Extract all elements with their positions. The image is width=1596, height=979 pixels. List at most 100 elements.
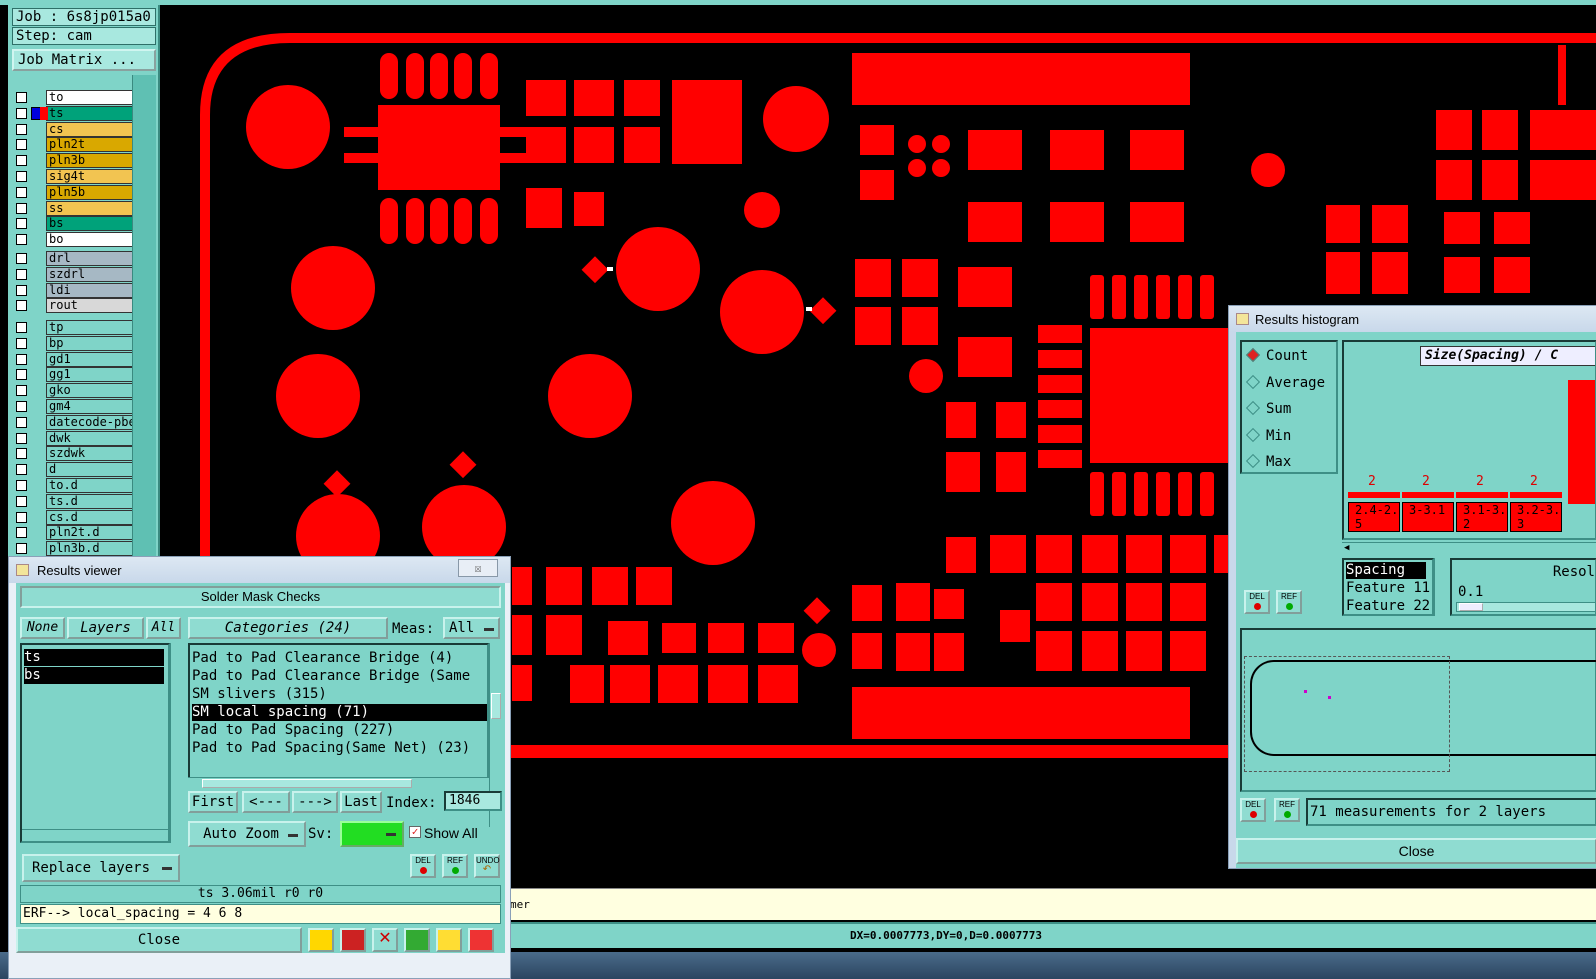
layer-icon[interactable] — [404, 928, 430, 952]
histogram-bar[interactable] — [1348, 492, 1400, 498]
histogram-chart[interactable]: Size(Spacing) / C 2 2.4-2.5 2 3-3.1 2 3.1-3.2… — [1342, 340, 1596, 540]
layer-row[interactable]: gd1 — [16, 352, 136, 367]
layer-affected-marker[interactable] — [31, 526, 43, 539]
histogram-bar[interactable] — [1510, 492, 1562, 498]
layer-affected-marker[interactable] — [31, 123, 43, 136]
layer-affected-marker[interactable] — [31, 463, 43, 476]
layer-visibility-checkbox[interactable] — [16, 464, 27, 475]
layer-visibility-checkbox[interactable] — [16, 234, 27, 245]
layer-affected-marker[interactable] — [31, 432, 43, 445]
layer-visibility-checkbox[interactable] — [16, 285, 27, 296]
layer-affected-marker[interactable] — [31, 138, 43, 151]
layer-affected-marker[interactable] — [31, 384, 43, 397]
category-list[interactable]: Pad to Pad Clearance Bridge (4) Pad to P… — [188, 643, 489, 787]
layer-row[interactable]: d — [16, 462, 136, 477]
replace-layers-dropdown[interactable]: Replace layers — [22, 854, 180, 882]
layer-affected-marker[interactable] — [31, 495, 43, 508]
del-button[interactable]: DEL — [410, 854, 436, 878]
layer-row[interactable]: datecode-pbe — [16, 415, 136, 430]
layer-visibility-checkbox[interactable] — [16, 417, 27, 428]
layer-result-list[interactable]: ts bs — [20, 643, 170, 843]
layer-affected-marker[interactable] — [31, 321, 43, 334]
layer-row[interactable]: szdrl — [16, 267, 136, 282]
layer-affected-marker[interactable] — [31, 337, 43, 350]
layer-row[interactable]: bs — [16, 216, 136, 231]
ref-button[interactable]: REF — [442, 854, 468, 878]
layer-visibility-checkbox[interactable] — [16, 543, 27, 554]
category-item[interactable]: SM slivers (315) — [192, 686, 487, 703]
category-item[interactable]: Pad to Pad Clearance Bridge (Same — [192, 668, 487, 685]
scroll-thumb[interactable] — [491, 693, 501, 719]
layer-row[interactable]: tp — [16, 320, 136, 335]
layer-affected-marker[interactable] — [31, 447, 43, 460]
layer-visibility-checkbox[interactable] — [16, 139, 27, 150]
undo-button[interactable]: UNDO ↶ — [474, 854, 500, 878]
layer-affected-marker[interactable] — [31, 353, 43, 366]
layer-row[interactable]: pln3b — [16, 153, 136, 168]
histogram-bar[interactable] — [1402, 492, 1454, 498]
job-matrix-button[interactable]: Job Matrix ... — [12, 49, 156, 71]
layer-visibility-checkbox[interactable] — [16, 369, 27, 380]
layer-row[interactable]: ldi — [16, 283, 136, 298]
layer-affected-marker[interactable] — [31, 511, 43, 524]
layer-row[interactable]: gm4 — [16, 399, 136, 414]
layer-row[interactable]: sig4t — [16, 169, 136, 184]
attribute-item[interactable]: Feature 11 — [1346, 580, 1432, 597]
del-button[interactable]: DEL — [1244, 590, 1270, 614]
layer-row[interactable]: ts — [16, 106, 136, 121]
mini-map[interactable] — [1240, 628, 1596, 792]
histogram-titlebar[interactable]: Results histogram — [1229, 306, 1596, 332]
layer-visibility-checkbox[interactable] — [16, 155, 27, 166]
layer-visibility-checkbox[interactable] — [16, 448, 27, 459]
layer-scrollbar[interactable] — [132, 75, 156, 565]
category-item[interactable]: Pad to Pad Clearance Bridge (4) — [192, 650, 487, 667]
chart-icon[interactable] — [308, 928, 334, 952]
layer-row[interactable]: pln2t — [16, 137, 136, 152]
layer-visibility-checkbox[interactable] — [16, 354, 27, 365]
list-item[interactable]: ts — [24, 649, 164, 666]
layer-row[interactable]: to.d — [16, 478, 136, 493]
attribute-list[interactable]: Spacing Feature 1 1 Feature 22 — [1342, 558, 1434, 616]
ref-button[interactable]: REF — [1274, 798, 1300, 822]
layer-affected-marker[interactable] — [31, 233, 43, 246]
histogram-close-button[interactable]: Close — [1236, 838, 1596, 864]
layer-row[interactable]: to — [16, 90, 136, 105]
index-input[interactable]: 1846 — [444, 791, 502, 811]
layer-affected-marker[interactable] — [31, 252, 43, 265]
layer-affected-marker[interactable] — [31, 542, 43, 555]
chart-hscroll[interactable]: ◀ — [1342, 542, 1596, 554]
layer-affected-marker[interactable] — [31, 91, 43, 104]
del-button[interactable]: DEL — [1240, 798, 1266, 822]
category-item-selected[interactable]: SM local spacing (71) — [192, 704, 487, 721]
layer-affected-marker[interactable] — [31, 186, 43, 199]
close-button[interactable]: Close — [16, 927, 302, 953]
layer-visibility-checkbox[interactable] — [16, 92, 27, 103]
layer-affected-marker[interactable] — [31, 268, 43, 281]
layer-affected-marker[interactable] — [31, 217, 43, 230]
layer-row[interactable]: pln2t.d — [16, 525, 136, 540]
attribute-item[interactable]: Spacing — [1346, 562, 1426, 579]
prev-button[interactable]: <--- — [242, 791, 290, 813]
layer-visibility-checkbox[interactable] — [16, 300, 27, 311]
radio-icon[interactable] — [1245, 453, 1261, 469]
layer-affected-marker[interactable] — [31, 202, 43, 215]
layer-visibility-checkbox[interactable] — [16, 480, 27, 491]
mode-option[interactable]: Count — [1245, 347, 1308, 368]
layer-visibility-checkbox[interactable] — [16, 527, 27, 538]
last-button[interactable]: Last — [340, 791, 382, 813]
layer-affected-marker[interactable] — [31, 284, 43, 297]
layer-visibility-checkbox[interactable] — [16, 338, 27, 349]
layer-visibility-checkbox[interactable] — [16, 401, 27, 412]
layer-affected-marker[interactable] — [31, 299, 43, 312]
layer-affected-marker[interactable] — [31, 368, 43, 381]
layer-row[interactable]: bp — [16, 336, 136, 351]
layer-row[interactable]: pln5b — [16, 185, 136, 200]
slider-thumb[interactable] — [1459, 603, 1483, 611]
next-button[interactable]: ---> — [292, 791, 338, 813]
resolution-slider[interactable] — [1456, 602, 1596, 612]
radio-icon[interactable] — [1245, 427, 1261, 442]
layer-affected-marker[interactable] — [31, 479, 43, 492]
layer-visibility-checkbox[interactable] — [16, 108, 27, 119]
layer-row[interactable]: dwk — [16, 431, 136, 446]
layer-visibility-checkbox[interactable] — [16, 203, 27, 214]
